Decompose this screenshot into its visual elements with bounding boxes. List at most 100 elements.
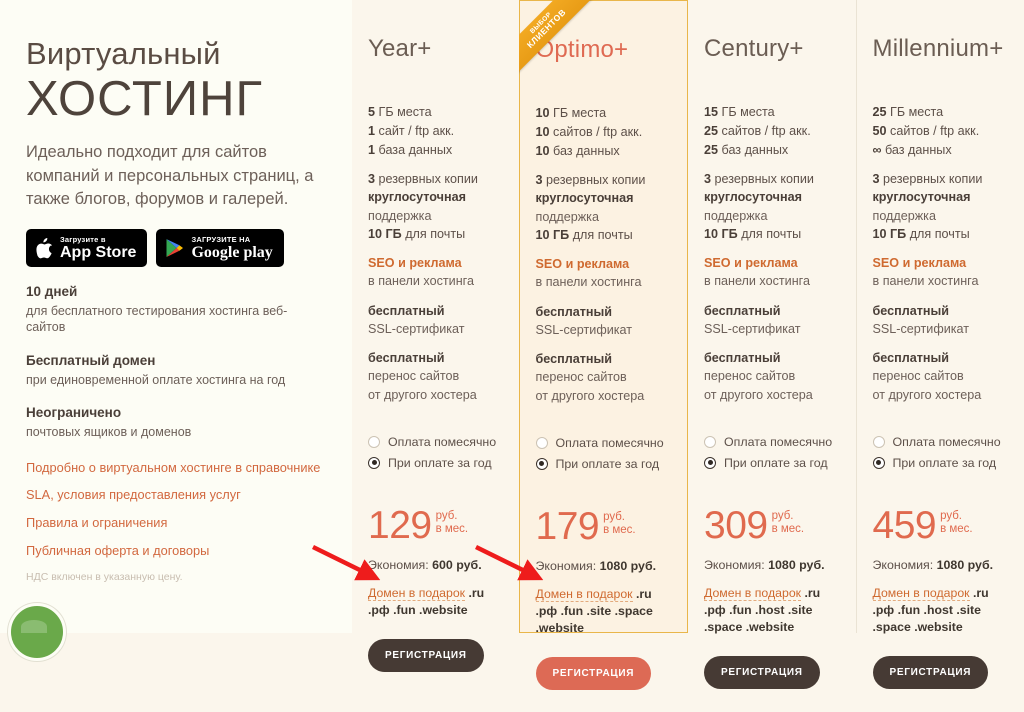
- benefit-seo-rest: в панели хостинга: [873, 272, 1009, 290]
- savings: Экономия: 1080 руб.: [536, 559, 672, 573]
- benefit-backups-count: 3: [536, 173, 543, 187]
- benefit-backups-support-mail: 3 резервных копии круглосуточная поддерж…: [704, 170, 840, 243]
- plan-name: Millennium+: [873, 0, 1009, 82]
- radio-yearly-icon[interactable]: [536, 458, 548, 470]
- benefit-seo-rest: в панели хостинга: [368, 272, 504, 290]
- page-subtitle: Идеально подходит для сайтов компаний и …: [26, 141, 326, 211]
- spec-disk-label: ГБ места: [379, 105, 432, 119]
- savings: Экономия: 1080 руб.: [704, 558, 840, 572]
- benefit-seo-bold: SEO и реклама: [704, 254, 840, 272]
- spec-sites-value: 10: [536, 125, 550, 139]
- benefit-seo-bold: SEO и реклама: [873, 254, 1009, 272]
- benefit-support-bold: круглосуточная: [873, 190, 971, 204]
- benefit-backups-support-mail: 3 резервных копии круглосуточная поддерж…: [536, 171, 672, 244]
- google-play-label: ЗАГРУЗИТЕ НА Google play: [191, 236, 272, 261]
- radio-yearly-label: При оплате за год: [388, 456, 492, 470]
- radio-yearly[interactable]: При оплате за год: [536, 457, 672, 471]
- app-store-button[interactable]: Загрузите в App Store: [26, 229, 147, 267]
- support-chat-badge[interactable]: [8, 603, 66, 661]
- radio-monthly[interactable]: Оплата помесячно: [873, 435, 1009, 449]
- payment-options: Оплата помесячно При оплате за год: [873, 420, 1009, 480]
- benefit-ssl-rest: SSL-сертификат: [368, 320, 504, 338]
- radio-monthly-icon[interactable]: [536, 437, 548, 449]
- radio-monthly-icon[interactable]: [368, 436, 380, 448]
- price-value: 459: [873, 508, 937, 544]
- domain-gift-tlds-2: .рф .fun .site .space: [536, 603, 672, 620]
- benefit-mail-rest: для почты: [405, 227, 465, 241]
- spec-sites-value: 1: [368, 124, 375, 138]
- app-store-badges: Загрузите в App Store ЗАГРУЗИТЕ НА Googl…: [26, 229, 326, 267]
- register-button[interactable]: РЕГИСТРАЦИЯ: [368, 639, 484, 672]
- domain-gift: Домен в подарок .ru .рф .fun .host .site…: [873, 585, 1009, 636]
- plan-specs: 5 ГБ места 1 сайт / ftp акк. 1 база данн…: [368, 82, 504, 153]
- price-currency: руб.: [603, 511, 636, 525]
- savings-label: Экономия:: [368, 558, 429, 572]
- link-offer[interactable]: Публичная оферта и договоры: [26, 543, 326, 559]
- radio-monthly-icon[interactable]: [704, 436, 716, 448]
- link-sla[interactable]: SLA, условия предоставления услуг: [26, 487, 326, 503]
- radio-monthly-label: Оплата помесячно: [556, 436, 664, 450]
- savings-value: 1080 руб.: [600, 559, 656, 573]
- radio-monthly[interactable]: Оплата помесячно: [704, 435, 840, 449]
- register-button[interactable]: РЕГИСТРАЦИЯ: [704, 656, 820, 689]
- link-hosting-details[interactable]: Подробно о виртуальном хостинге в справо…: [26, 460, 326, 476]
- radio-yearly-icon[interactable]: [873, 457, 885, 469]
- benefit-mail-rest: для почты: [910, 227, 970, 241]
- plan-specs: 10 ГБ места 10 сайтов / ftp акк. 10 баз …: [536, 83, 672, 154]
- plan-name: Optimo+: [536, 1, 672, 83]
- register-zone: РЕГИСТРАЦИЯ: [873, 656, 1009, 711]
- benefit-seo: SEO и реклама в панели хостинга: [873, 254, 1009, 291]
- spec-disk-value: 10: [536, 106, 550, 120]
- payment-options: Оплата помесячно При оплате за год: [536, 421, 672, 481]
- price-currency: руб.: [436, 510, 469, 524]
- spec-disk-value: 25: [873, 105, 887, 119]
- benefit-backups-support-mail: 3 резервных копии круглосуточная поддерж…: [368, 170, 504, 243]
- feature-unlimited-title: Неограничено: [26, 404, 326, 422]
- radio-monthly-icon[interactable]: [873, 436, 885, 448]
- plan-benefits: 3 резервных копии круглосуточная поддерж…: [368, 153, 504, 420]
- benefit-migration: бесплатный перенос сайтов от другого хос…: [536, 350, 672, 405]
- radio-yearly-label: При оплате за год: [556, 457, 660, 471]
- domain-gift-link[interactable]: Домен в подарок: [368, 586, 465, 601]
- price-currency: руб.: [772, 510, 805, 524]
- radio-yearly[interactable]: При оплате за год: [873, 456, 1009, 470]
- radio-yearly-icon[interactable]: [704, 457, 716, 469]
- price-zone: 459 руб. в мес. Экономия: 1080 руб. Доме…: [873, 480, 1009, 636]
- benefit-support-bold: круглосуточная: [536, 191, 634, 205]
- domain-gift-tlds-1: .ru: [468, 586, 484, 600]
- benefit-mail-rest: для почты: [741, 227, 801, 241]
- benefit-ssl-bold: бесплатный: [368, 304, 445, 318]
- plan-column-century: Century+ 15 ГБ места 25 сайтов / ftp акк…: [687, 0, 856, 633]
- benefit-support-rest: поддержка: [873, 207, 1009, 225]
- info-links: Подробно о виртуальном хостинге в справо…: [26, 460, 326, 560]
- radio-yearly[interactable]: При оплате за год: [704, 456, 840, 470]
- spec-sites-label: сайт / ftp акк.: [379, 124, 455, 138]
- domain-gift: Домен в подарок .ru .рф .fun .website: [368, 585, 504, 619]
- radio-yearly[interactable]: При оплате за год: [368, 456, 504, 470]
- radio-yearly-icon[interactable]: [368, 457, 380, 469]
- radio-monthly[interactable]: Оплата помесячно: [368, 435, 504, 449]
- radio-monthly[interactable]: Оплата помесячно: [536, 436, 672, 450]
- register-zone: РЕГИСТРАЦИЯ: [704, 656, 840, 711]
- feature-unlimited-desc: почтовых ящиков и доменов: [26, 424, 326, 441]
- domain-gift-link[interactable]: Домен в подарок: [704, 586, 801, 601]
- price-units: руб. в мес.: [603, 511, 636, 538]
- feature-unlimited: Неограничено почтовых ящиков и доменов: [26, 404, 326, 440]
- price-zone: 309 руб. в мес. Экономия: 1080 руб. Доме…: [704, 480, 840, 636]
- google-play-button[interactable]: ЗАГРУЗИТЕ НА Google play: [156, 229, 283, 267]
- app-store-label: Загрузите в App Store: [60, 236, 136, 261]
- spec-disk-label: ГБ места: [890, 105, 943, 119]
- register-button[interactable]: РЕГИСТРАЦИЯ: [536, 657, 652, 690]
- benefit-migration: бесплатный перенос сайтов от другого хос…: [873, 349, 1009, 404]
- price-period: в мес.: [603, 524, 636, 538]
- benefit-migration: бесплатный перенос сайтов от другого хос…: [704, 349, 840, 404]
- benefit-seo: SEO и реклама в панели хостинга: [368, 254, 504, 291]
- price-period: в мес.: [772, 523, 805, 537]
- register-button[interactable]: РЕГИСТРАЦИЯ: [873, 656, 989, 689]
- plan-column-optimo: ВЫБОР КЛИЕНТОВ Optimo+ 10 ГБ места 10 са…: [519, 0, 689, 633]
- spec-disk-label: ГБ места: [722, 105, 775, 119]
- page-title-line1: Виртуальный: [26, 36, 326, 72]
- domain-gift-link[interactable]: Домен в подарок: [536, 587, 633, 602]
- domain-gift-link[interactable]: Домен в подарок: [873, 586, 970, 601]
- link-rules[interactable]: Правила и ограничения: [26, 515, 326, 531]
